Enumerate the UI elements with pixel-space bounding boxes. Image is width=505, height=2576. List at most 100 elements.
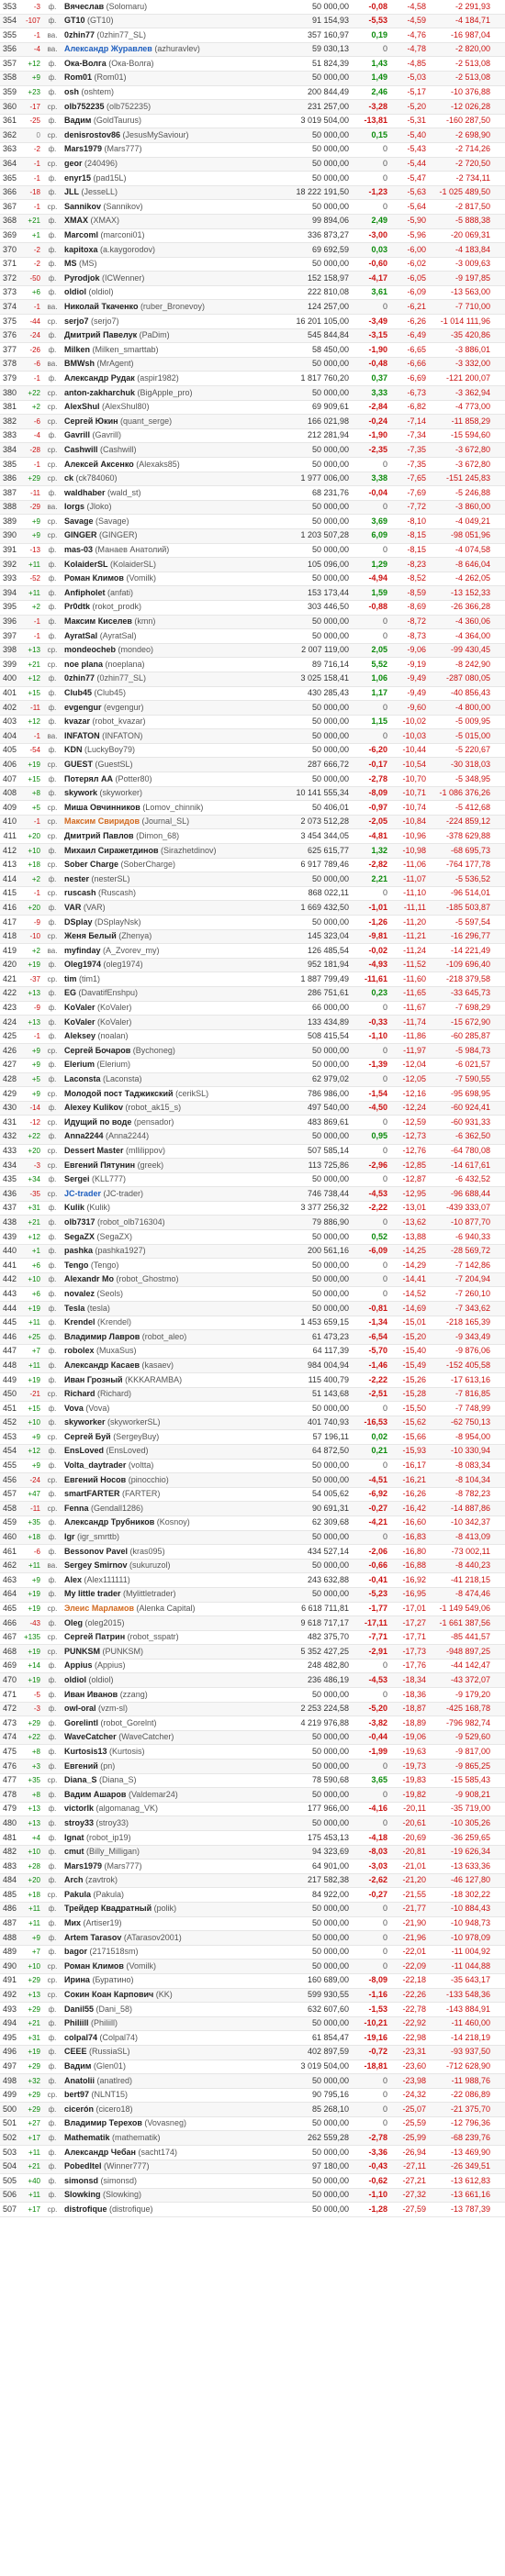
participant-name-cell[interactable]: Евгений Пятунин (greek) bbox=[62, 1159, 290, 1173]
table-row[interactable]: 441 +6 ф. Tengo (Tengo) 50 000,00 0 -14,29 -7 1… bbox=[0, 1259, 505, 1273]
participant-name-cell[interactable]: Milken (Milken_smarttab) bbox=[62, 343, 290, 358]
participant-name-cell[interactable]: My little trader (Mylittletrader) bbox=[62, 1587, 290, 1602]
participant-name-cell[interactable]: pashka (pashka1927) bbox=[62, 1244, 290, 1259]
table-row[interactable]: 502 +17 ф. Mathematik (mathematik) 262 559,2… bbox=[0, 2131, 505, 2147]
table-row[interactable]: 504 +21 ф. Pobedltel (Winner777) 97 180,00 -0… bbox=[0, 2160, 505, 2175]
participant-name-cell[interactable]: cmut (Billy_Milligan) bbox=[62, 1845, 290, 1860]
participant-name-cell[interactable]: Pakula (Pakula) bbox=[62, 1888, 290, 1903]
table-row[interactable]: 422 +13 ф. EG (DavatifEnshpu) 286 751,61 0,23… bbox=[0, 986, 505, 1002]
table-row[interactable]: 369 +1 ф. Marcoml (marconi01) 336 873,27 -3,0… bbox=[0, 229, 505, 244]
table-row[interactable]: 399 +21 ср. noe plana (noeplana) 89 716,14 5,… bbox=[0, 658, 505, 672]
participant-name-cell[interactable]: Vova (Vova) bbox=[62, 1402, 290, 1416]
participant-nick-link[interactable]: Вадим bbox=[64, 116, 91, 125]
table-row[interactable]: 366 -18 ф. JLL (JesseLL) 18 222 191,50 -1,23-… bbox=[0, 185, 505, 201]
table-row[interactable]: 431 -12 ср. Идущий по воде (pensador) 483 86… bbox=[0, 1116, 505, 1130]
table-row[interactable]: 407 +15 ф. Потерял АА (Potter80) 50 000,00 -2… bbox=[0, 772, 505, 787]
participant-name-cell[interactable]: Вячеслав (Solomaru) bbox=[62, 0, 290, 14]
participant-name-cell[interactable]: Mathematik (mathematik) bbox=[62, 2131, 290, 2146]
table-row[interactable]: 425 -1 ф. Aleksey (noalan) 508 415,54 -1,10 -1… bbox=[0, 1030, 505, 1045]
participant-name-cell[interactable]: Alexey Kulikov (robot_ak15_s) bbox=[62, 1101, 290, 1116]
participant-name-cell[interactable]: Mars1979 (Mars777) bbox=[62, 142, 290, 157]
table-row[interactable]: 418 -10 ср. Женя Белый (Zhenya) 145 323,04 -9… bbox=[0, 929, 505, 945]
table-row[interactable]: 424 +13 ф. KoValer (KoValer) 133 434,89 -0,33… bbox=[0, 1016, 505, 1030]
participant-nick-link[interactable]: PUNKSM bbox=[64, 1647, 100, 1656]
table-row[interactable]: 408 +8 ф. skywork (skyworker) 10 141 555,34-… bbox=[0, 786, 505, 802]
participant-nick-link[interactable]: CEEE bbox=[64, 2047, 87, 2056]
table-row[interactable]: 482 +10 ф. cmut (Billy_Milligan) 94 323,69 -8… bbox=[0, 1845, 505, 1860]
table-row[interactable]: 459 +35 ф. Александр Трубников (Kosnoy) 62 3… bbox=[0, 1516, 505, 1531]
participant-nick-link[interactable]: Pr0dtk bbox=[64, 602, 90, 611]
participant-name-cell[interactable]: kapitoxa (a.kaygorodov) bbox=[62, 243, 290, 258]
table-row[interactable]: 476 +3 ф. Евгений (pn) 50 000,00 0 -19,73 -9 86… bbox=[0, 1760, 505, 1774]
participant-name-cell[interactable]: bagor (2171518sm) bbox=[62, 1945, 290, 1960]
participant-nick-link[interactable]: Евгений bbox=[64, 1761, 98, 1771]
table-row[interactable]: 456 -24 ср. Евгений Носов (pinocchio) 50 000… bbox=[0, 1473, 505, 1488]
participant-nick-link[interactable]: 0zhin77 bbox=[64, 30, 95, 39]
table-row[interactable]: 437 +31 ф. Kulik (Kulik) 3 377 256,32 -2,22 -1… bbox=[0, 1202, 505, 1216]
participant-nick-link[interactable]: EG bbox=[64, 988, 76, 997]
participant-nick-link[interactable]: bagor bbox=[64, 1947, 87, 1956]
table-row[interactable]: 383 -4 ф. Gavrill (Gavrill) 212 281,94 -1,90-… bbox=[0, 429, 505, 444]
participant-name-cell[interactable]: Anfipholet (anfati) bbox=[62, 586, 290, 601]
table-row[interactable]: 438 +21 ф. olb7317 (robot_olb716304) 79 886,… bbox=[0, 1216, 505, 1231]
participant-nick-link[interactable]: Сергей Патрин bbox=[64, 1632, 125, 1641]
participant-nick-link[interactable]: Kulik bbox=[64, 1203, 84, 1212]
table-row[interactable]: 394 +11 ф. Anfipholet (anfati) 153 173,44 1,5… bbox=[0, 586, 505, 601]
participant-name-cell[interactable]: Потерял АА (Potter80) bbox=[62, 772, 290, 787]
participant-name-cell[interactable]: Oleg (oleg2015) bbox=[62, 1616, 290, 1631]
table-row[interactable]: 489 +7 ф. bagor (2171518sm) 50 000,00 0 -22,01… bbox=[0, 1946, 505, 1960]
participant-name-cell[interactable]: KDN (LuckyBoy79) bbox=[62, 743, 290, 758]
participant-nick-link[interactable]: stroy33 bbox=[64, 1818, 94, 1827]
table-row[interactable]: 368 +21 ф. XMAX (XMAX) 99 894,06 2,49 -5,90 -5 … bbox=[0, 214, 505, 229]
participant-nick-link[interactable]: Александр Чебан bbox=[64, 2148, 136, 2157]
table-row[interactable]: 461 -6 ф. Bessonov Pavel (kras095) 434 527,1… bbox=[0, 1545, 505, 1560]
participant-nick-link[interactable]: Gorelintl bbox=[64, 1718, 98, 1727]
table-row[interactable]: 475 +8 ф. Kurtosis13 (Kurtosis) 50 000,00 -1,… bbox=[0, 1745, 505, 1760]
participant-nick-link[interactable]: Александр Журавлев bbox=[64, 44, 152, 53]
participant-nick-link[interactable]: Александр Трубников bbox=[64, 1517, 154, 1527]
table-row[interactable]: 498 +32 ф. Anatolii (anatlred) 50 000,00 0 -23… bbox=[0, 2074, 505, 2089]
participant-nick-link[interactable]: skywork bbox=[64, 788, 97, 797]
table-row[interactable]: 376 -24 ф. Дмитрий Павелук (PaDim) 545 844,8… bbox=[0, 328, 505, 344]
participant-name-cell[interactable]: tim (tim1) bbox=[62, 972, 290, 987]
participant-nick-link[interactable]: Igr bbox=[64, 1532, 75, 1541]
table-row[interactable]: 505 +40 ф. simonsd (simonsd) 50 000,00 -0,62-… bbox=[0, 2174, 505, 2189]
table-row[interactable]: 457 +47 ф. smartFARTER (FARTER) 54 005,62 -6,… bbox=[0, 1488, 505, 1503]
participant-name-cell[interactable]: Александр Рудак (aspir1982) bbox=[62, 372, 290, 386]
participant-name-cell[interactable]: oldiol (oldiol) bbox=[62, 285, 290, 300]
participant-name-cell[interactable]: evgengur (evgengur) bbox=[62, 701, 290, 716]
table-row[interactable]: 372 -50 ф. Pyrodjok (ICWenner) 152 158,97 -4,… bbox=[0, 272, 505, 286]
table-row[interactable]: 413 +18 ср. Sober Charge (SoberCharge) 6 917… bbox=[0, 859, 505, 873]
participant-nick-link[interactable]: Ignat bbox=[64, 1833, 84, 1842]
table-row[interactable]: 466 -43 ф. Oleg (oleg2015) 9 618 717,17 -17,1… bbox=[0, 1616, 505, 1631]
participant-name-cell[interactable]: Volta_daytrader (voltta) bbox=[62, 1459, 290, 1473]
participant-name-cell[interactable]: bert97 (NLNT15) bbox=[62, 2088, 290, 2103]
participant-nick-link[interactable]: Vova bbox=[64, 1404, 84, 1413]
table-row[interactable]: 380 +22 ср. anton-zakharchuk (BigApple_pro)… bbox=[0, 386, 505, 401]
table-row[interactable]: 411 +20 ср. Дмитрий Павлов (Dimon_68) 3 454 … bbox=[0, 829, 505, 845]
table-row[interactable]: 455 +9 ф. Volta_daytrader (voltta) 50 000,00… bbox=[0, 1460, 505, 1474]
participant-name-cell[interactable]: Идущий по воде (pensador) bbox=[62, 1116, 290, 1130]
participant-name-cell[interactable]: robolex (MuxaSus) bbox=[62, 1344, 290, 1359]
table-row[interactable]: 452 +10 ф. skyworker (skyworkerSL) 401 740,9… bbox=[0, 1416, 505, 1431]
table-row[interactable]: 501 +27 ф. Владимир Терехов (Vovasneg) 50 00… bbox=[0, 2117, 505, 2132]
participant-name-cell[interactable]: Дмитрий Павлов (Dimon_68) bbox=[62, 829, 290, 844]
participant-nick-link[interactable]: Сергей Буй bbox=[64, 1432, 111, 1441]
participant-name-cell[interactable]: Marcoml (marconi01) bbox=[62, 228, 290, 243]
table-row[interactable]: 464 +19 ф. My little trader (Mylittletrader… bbox=[0, 1587, 505, 1603]
table-row[interactable]: 353 -3 ф. Вячеслав (Solomaru) 50 000,00 -0,08… bbox=[0, 0, 505, 15]
participant-name-cell[interactable]: PUNKSM (PUNKSM) bbox=[62, 1645, 290, 1660]
participant-nick-link[interactable]: Александр Касаев bbox=[64, 1360, 140, 1370]
table-row[interactable]: 490 +10 ср. Роман Климов (Vomilk) 50 000,00 0… bbox=[0, 1960, 505, 1974]
participant-nick-link[interactable]: My little trader bbox=[64, 1589, 121, 1598]
participant-nick-link[interactable]: Kurtosis13 bbox=[64, 1747, 107, 1756]
participant-name-cell[interactable]: serjo7 (serjo7) bbox=[62, 315, 290, 329]
participant-nick-link[interactable]: GINGER bbox=[64, 530, 97, 539]
participant-nick-link[interactable]: Alexandr Mo bbox=[64, 1274, 114, 1283]
participant-nick-link[interactable]: Anna2244 bbox=[64, 1131, 104, 1140]
participant-nick-link[interactable]: Иван Иванов bbox=[64, 1690, 118, 1699]
participant-name-cell[interactable]: myfinday (A_Zvorev_my) bbox=[62, 944, 290, 959]
participant-name-cell[interactable]: Tesla (tesla) bbox=[62, 1302, 290, 1316]
table-row[interactable]: 414 +2 ф. nester (nesterSL) 50 000,00 2,21 -11… bbox=[0, 872, 505, 887]
participant-nick-link[interactable]: KolaiderSL bbox=[64, 560, 108, 569]
